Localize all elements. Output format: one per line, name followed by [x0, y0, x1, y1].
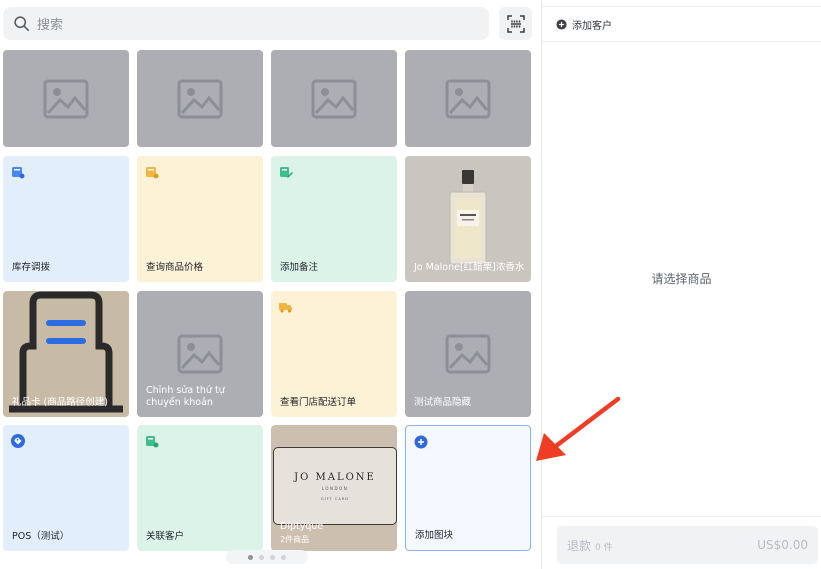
divider: [542, 41, 821, 42]
tile-label: 添加备注: [280, 262, 319, 273]
tile-label: POS（测试）: [12, 531, 70, 542]
pagination-dots: [226, 550, 308, 564]
product-tile-placeholder[interactable]: [405, 50, 531, 147]
price-tag-icon: [146, 167, 159, 179]
gift-card-image: JO MALONE LONDON GIFT CARD: [273, 447, 397, 525]
scan-icon: [506, 14, 525, 33]
tile-sublabel: 2件商品: [280, 535, 310, 544]
search-placeholder: 搜索: [37, 18, 64, 33]
tile-link-customer[interactable]: 关联客户: [137, 425, 263, 551]
page-dot[interactable]: [259, 554, 264, 560]
customer-link-icon: [146, 436, 159, 448]
tile-add-note[interactable]: 添加备注: [271, 156, 397, 282]
image-placeholder-icon: [311, 79, 357, 118]
product-tile-placeholder[interactable]: [3, 50, 129, 147]
tile-label: 关联客户: [146, 531, 185, 542]
tile-label: 添加图块: [415, 530, 454, 541]
tile-stock-transfer[interactable]: 库存调拨: [3, 156, 129, 282]
inventory-icon: [12, 167, 25, 179]
tile-store-delivery[interactable]: 查看门店配送订单: [271, 291, 397, 417]
giftcard-city: LONDON: [321, 486, 349, 491]
tile-jo-malone[interactable]: Jo Malone[红醋栗]浓香水: [405, 156, 531, 282]
image-placeholder-icon: [445, 334, 491, 374]
divider: [542, 516, 821, 517]
tile-add-block[interactable]: 添加图块: [405, 425, 531, 551]
refund-button[interactable]: 退款 0 件 US$0.00: [557, 526, 818, 564]
tile-check-price[interactable]: 查询商品价格: [137, 156, 263, 282]
cart-panel: 添加客户 请选择商品 退款 0 件 US$0.00: [542, 0, 821, 569]
refund-label: 退款: [567, 538, 592, 553]
note-edit-icon: [280, 167, 293, 178]
image-placeholder-icon: [43, 79, 89, 118]
plus-circle-icon: [414, 435, 428, 449]
tile-diptyque[interactable]: JO MALONE LONDON GIFT CARD Diptyque 2件商品: [271, 425, 397, 551]
tile-label: Diptyque: [280, 521, 324, 532]
tile-label: 查看门店配送订单: [280, 397, 357, 408]
tile-label: 测试商品隐藏: [414, 397, 472, 408]
giftcard-brand: JO MALONE: [294, 472, 376, 483]
empty-cart-message: 请选择商品: [651, 272, 712, 286]
refund-count: 0 件: [595, 542, 613, 553]
product-tile-placeholder[interactable]: [271, 50, 397, 147]
product-tile-placeholder[interactable]: [137, 50, 263, 147]
page-dot[interactable]: [248, 554, 253, 560]
plus-circle-icon: [556, 19, 567, 30]
product-panel: 搜索 库存调拨 查询商品价格 添加备注 Jo Malone[红醋栗]浓香水 礼品…: [0, 0, 541, 569]
search-bar[interactable]: 搜索: [3, 7, 489, 40]
add-customer-label: 添加客户: [572, 21, 612, 32]
tile-label: Jo Malone[红醋栗]浓香水: [414, 262, 525, 273]
image-placeholder-icon: [177, 79, 223, 118]
arrow-pointer: [536, 396, 621, 461]
image-placeholder-icon: [177, 334, 223, 374]
refund-amount: US$0.00: [757, 538, 808, 552]
pos-tag-icon: [11, 434, 25, 448]
tile-label: 库存调拨: [12, 262, 51, 273]
divider: [542, 6, 821, 7]
tile-label: Chỉnh sửa thứ tự chuyển khoản: [146, 385, 225, 408]
image-placeholder-icon: [445, 79, 491, 118]
page-dot[interactable]: [281, 554, 286, 560]
tile-label: 查询商品价格: [146, 262, 204, 273]
tile-pos-test[interactable]: POS（测试）: [3, 425, 129, 551]
page-dot[interactable]: [270, 554, 275, 560]
tile-test-hidden[interactable]: 测试商品隐藏: [405, 291, 531, 417]
tile-label: 礼品卡 (商品路径创建): [12, 397, 108, 408]
scan-button[interactable]: [499, 7, 532, 40]
giftcard-text: GIFT CARD: [321, 497, 349, 501]
search-icon: [14, 16, 30, 32]
tile-chinh-sua[interactable]: Chỉnh sửa thứ tự chuyển khoản: [137, 291, 263, 417]
tile-gift-card[interactable]: 礼品卡 (商品路径创建): [3, 291, 129, 417]
pos-screen: 搜索 库存调拨 查询商品价格 添加备注 Jo Malone[红醋栗]浓香水 礼品…: [0, 0, 821, 569]
perfume-bottle-image: [449, 170, 487, 265]
delivery-truck-icon: [279, 303, 292, 313]
add-customer-button[interactable]: 添加客户: [556, 17, 612, 32]
